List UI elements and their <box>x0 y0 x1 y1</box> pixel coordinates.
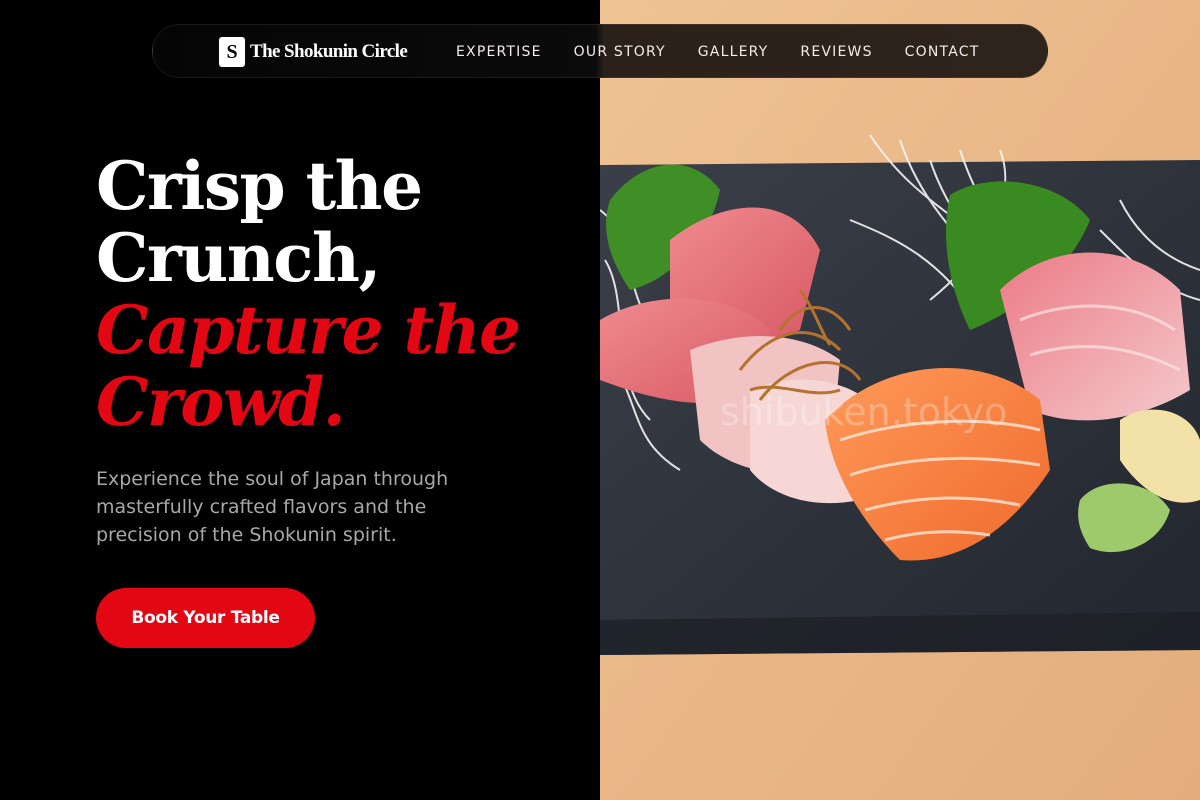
nav-our-story[interactable]: OUR STORY <box>574 44 666 60</box>
hero-title-line-4: Crowd. <box>96 363 346 441</box>
brand[interactable]: S The Shokunin Circle <box>219 37 408 67</box>
hero-title-line-3: Capture the <box>96 291 521 369</box>
hero-title-line-1: Crisp the <box>96 147 423 225</box>
hero-title-line-2: Crunch, <box>96 219 381 297</box>
brand-logo: S <box>219 37 245 67</box>
brand-name: The Shokunin Circle <box>250 41 408 62</box>
book-table-button[interactable]: Book Your Table <box>96 588 315 648</box>
sashimi-platter-photo: shibuken.tokyo <box>600 0 1200 800</box>
nav-contact[interactable]: CONTACT <box>905 44 980 60</box>
top-navbar: S The Shokunin Circle EXPERTISE OUR STOR… <box>152 24 1048 78</box>
hero-left-panel: Crisp the Crunch, Capture the Crowd. Exp… <box>0 0 600 800</box>
hero-image-panel: shibuken.tokyo <box>600 0 1200 800</box>
hero-title: Crisp the Crunch, Capture the Crowd. <box>96 150 576 438</box>
hero-subtitle: Experience the soul of Japan through mas… <box>96 468 449 546</box>
nav-gallery[interactable]: GALLERY <box>698 44 769 60</box>
nav-expertise[interactable]: EXPERTISE <box>456 44 542 60</box>
image-watermark: shibuken.tokyo <box>720 390 1007 434</box>
nav-reviews[interactable]: REVIEWS <box>800 44 872 60</box>
nav-links: EXPERTISE OUR STORY GALLERY REVIEWS CONT… <box>456 25 979 79</box>
